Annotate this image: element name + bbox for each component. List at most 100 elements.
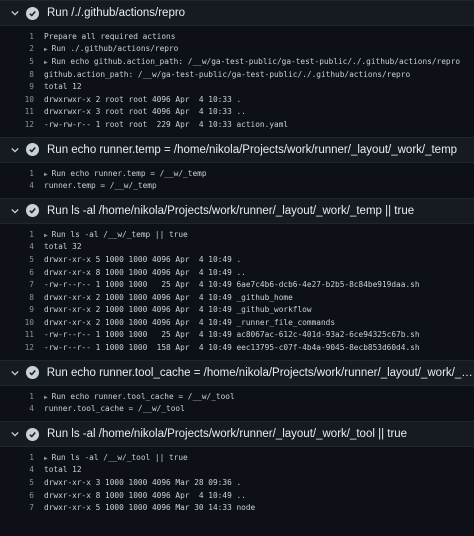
line-number[interactable]: 10 — [0, 318, 44, 327]
log-text: -rw-r--r-- 1 1000 1000 25 Apr 4 10:49 6a… — [44, 280, 420, 290]
step-title: Run echo runner.temp = /home/nikola/Proj… — [47, 143, 458, 156]
log-text: drwxrwxr-x 3 root root 4096 Apr 4 10:33 … — [44, 107, 246, 117]
log-line-text: drwxr-xr-x 5 1000 1000 4096 Apr 4 10:49 … — [44, 255, 241, 264]
line-number[interactable]: 1 — [0, 169, 44, 178]
step-title: Run ls -al /home/nikola/Projects/work/ru… — [47, 204, 415, 217]
line-number[interactable]: 11 — [0, 107, 44, 116]
line-number[interactable]: 12 — [0, 120, 44, 129]
line-number[interactable]: 7 — [0, 280, 44, 289]
line-number[interactable]: 9 — [0, 305, 44, 314]
step-header[interactable]: Run /./.github/actions/repro — [0, 0, 474, 26]
triangle-right-icon[interactable]: ▶ — [44, 455, 48, 462]
log-text: drwxr-xr-x 8 1000 1000 4096 Apr 4 10:49 … — [44, 267, 246, 277]
log-group-toggle[interactable]: ▶ Run ./.github/actions/repro — [44, 44, 178, 53]
log-step: Run echo runner.tool_cache = /home/nikol… — [0, 359, 474, 421]
triangle-right-icon[interactable]: ▶ — [44, 232, 48, 239]
log-line-text: -rw-r--r-- 1 1000 1000 25 Apr 4 10:49 6a… — [44, 280, 420, 289]
step-header[interactable]: Run ls -al /home/nikola/Projects/work/ru… — [0, 197, 474, 224]
line-number[interactable]: 8 — [0, 70, 44, 79]
line-number[interactable]: 1 — [0, 32, 44, 41]
log-line: 12 -rw-r--r-- 1 1000 1000 158 Apr 4 10:49… — [0, 341, 474, 354]
log-line-text: drwxr-xr-x 8 1000 1000 4096 Apr 4 10:49 … — [44, 268, 246, 277]
line-number[interactable]: 1 — [0, 453, 44, 462]
line-number[interactable]: 5 — [0, 255, 44, 264]
log-line: 12 -rw-rw-r-- 1 root root 229 Apr 4 10:33… — [0, 118, 474, 131]
line-number[interactable]: 4 — [0, 242, 44, 251]
log-text: drwxr-xr-x 5 1000 1000 4096 Mar 30 14:33… — [44, 503, 256, 513]
line-number[interactable]: 6 — [0, 268, 44, 277]
chevron-down-icon[interactable] — [10, 430, 20, 438]
line-number[interactable]: 5 — [0, 478, 44, 487]
step-title: Run ls -al /home/nikola/Projects/work/ru… — [47, 428, 408, 441]
line-number[interactable]: 5 — [0, 57, 44, 66]
success-check-icon — [26, 6, 39, 20]
log-line-text: drwxrwxr-x 3 root root 4096 Apr 4 10:33 … — [44, 107, 246, 116]
log-text: drwxr-xr-x 8 1000 1000 4096 Apr 4 10:49 … — [44, 490, 246, 500]
line-number[interactable]: 1 — [0, 230, 44, 239]
log-text: drwxr-xr-x 2 1000 1000 4096 Apr 4 10:49 … — [44, 317, 336, 327]
line-number[interactable]: 2 — [0, 44, 44, 53]
log-text: Run ls -al /__w/_temp || true — [51, 229, 188, 239]
log-text: Prepare all required actions — [44, 31, 176, 41]
step-header[interactable]: Run echo runner.tool_cache = /home/nikol… — [0, 359, 474, 386]
log-line: 4 runner.tool_cache = /__w/_tool — [0, 402, 474, 415]
triangle-right-icon[interactable]: ▶ — [44, 46, 48, 53]
log-group-toggle[interactable]: ▶ Run echo runner.temp = /__w/_temp — [44, 169, 207, 178]
log-line: 8 drwxr-xr-x 2 1000 1000 4096 Apr 4 10:49… — [0, 291, 474, 304]
log-text: Run echo github.action_path: /__w/ga-tes… — [51, 56, 461, 66]
log-line-text: drwxr-xr-x 5 1000 1000 4096 Mar 30 14:33… — [44, 503, 255, 512]
chevron-down-icon[interactable] — [10, 146, 20, 154]
log-group-toggle[interactable]: ▶ Run ls -al /__w/_temp || true — [44, 230, 188, 239]
job-log: Run /./.github/actions/repro 1 Prepare all… — [0, 0, 474, 536]
line-number[interactable]: 4 — [0, 181, 44, 190]
line-number[interactable]: 8 — [0, 293, 44, 302]
chevron-down-icon[interactable] — [10, 369, 20, 377]
log-text: runner.tool_cache = /__w/_tool — [44, 404, 185, 414]
log-group-toggle[interactable]: ▶ Run ls -al /__w/_tool || true — [44, 453, 188, 462]
log-line-text: -rw-rw-r-- 1 root root 229 Apr 4 10:33 a… — [44, 120, 288, 129]
log-line: 7 drwxr-xr-x 5 1000 1000 4096 Mar 30 14:3… — [0, 501, 474, 514]
log-text: -rw-r--r-- 1 1000 1000 158 Apr 4 10:49 e… — [44, 343, 420, 353]
log-line: 8 github.action_path: /__w/ga-test-public… — [0, 68, 474, 81]
step-title: Run /./.github/actions/repro — [47, 7, 186, 19]
line-number[interactable]: 9 — [0, 82, 44, 91]
log-line: 1 ▶ Run ls -al /__w/_temp || true — [0, 228, 474, 241]
log-line: 7 -rw-r--r-- 1 1000 1000 25 Apr 4 10:49 6… — [0, 278, 474, 291]
log-text: Run ./.github/actions/repro — [51, 44, 179, 54]
log-line-text: drwxr-xr-x 8 1000 1000 4096 Apr 4 10:49 … — [44, 491, 246, 500]
log-line-text: total 32 — [44, 242, 82, 251]
log-text: total 12 — [44, 465, 82, 475]
line-number[interactable]: 10 — [0, 95, 44, 104]
log-line-text: runner.tool_cache = /__w/_tool — [44, 404, 185, 413]
log-line: 1 ▶ Run echo runner.temp = /__w/_temp — [0, 167, 474, 180]
log-lines: 1 Prepare all required actions 2 ▶ Run ./.gi… — [0, 26, 474, 137]
log-line: 4 total 32 — [0, 241, 474, 254]
log-line: 6 drwxr-xr-x 8 1000 1000 4096 Apr 4 10:49… — [0, 489, 474, 502]
success-check-icon — [26, 427, 39, 441]
log-group-toggle[interactable]: ▶ Run echo github.action_path: /__w/ga-te… — [44, 57, 460, 66]
step-header[interactable]: Run echo runner.temp = /home/nikola/Proj… — [0, 136, 474, 163]
log-text: Run ls -al /__w/_tool || true — [51, 452, 188, 462]
triangle-right-icon[interactable]: ▶ — [44, 59, 48, 66]
triangle-right-icon[interactable]: ▶ — [44, 394, 48, 401]
line-number[interactable]: 4 — [0, 465, 44, 474]
log-text: -rw-r--r-- 1 1000 1000 25 Apr 4 10:49 ac… — [44, 330, 420, 340]
step-header[interactable]: Run ls -al /home/nikola/Projects/work/ru… — [0, 421, 474, 448]
chevron-down-icon[interactable] — [10, 9, 20, 17]
line-number[interactable]: 11 — [0, 330, 44, 339]
log-line: 6 drwxr-xr-x 8 1000 1000 4096 Apr 4 10:49… — [0, 266, 474, 279]
log-line: 1 ▶ Run ls -al /__w/_tool || true — [0, 451, 474, 464]
line-number[interactable]: 4 — [0, 404, 44, 413]
line-number[interactable]: 6 — [0, 491, 44, 500]
line-number[interactable]: 12 — [0, 343, 44, 352]
log-lines: 1 ▶ Run echo runner.temp = /__w/_temp 4 runn… — [0, 163, 474, 198]
line-number[interactable]: 7 — [0, 503, 44, 512]
log-text: Run echo runner.temp = /__w/_temp — [51, 168, 207, 178]
log-line: 4 runner.temp = /__w/_temp — [0, 179, 474, 192]
chevron-down-icon[interactable] — [10, 207, 20, 215]
line-number[interactable]: 1 — [0, 392, 44, 401]
log-group-toggle[interactable]: ▶ Run echo runner.tool_cache = /__w/_tool — [44, 392, 235, 401]
log-line-text: runner.temp = /__w/_temp — [44, 181, 157, 190]
log-text: runner.temp = /__w/_temp — [44, 181, 157, 191]
triangle-right-icon[interactable]: ▶ — [44, 171, 48, 178]
